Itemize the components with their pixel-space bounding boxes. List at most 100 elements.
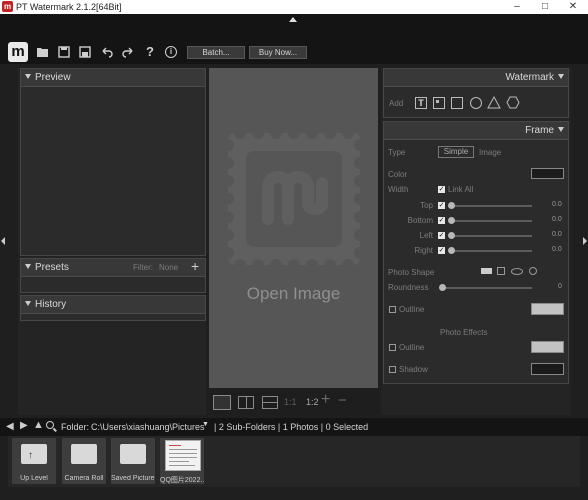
- slider-knob-right[interactable]: [448, 247, 455, 254]
- folder-path[interactable]: C:\Users\xiashuang\Pictures: [91, 422, 205, 432]
- slider-checkbox-top[interactable]: ✓: [438, 202, 445, 209]
- shape-rectangle-selected-icon[interactable]: [481, 268, 492, 274]
- add-circle-icon[interactable]: [470, 97, 482, 109]
- add-image-icon[interactable]: [433, 97, 445, 109]
- slider-checkbox-bottom[interactable]: ✓: [438, 217, 445, 224]
- slider-track-bottom[interactable]: [450, 220, 532, 222]
- folder-label: Folder:: [61, 422, 90, 432]
- forward-arrow-icon[interactable]: ▶: [20, 420, 28, 431]
- slider-value-bottom: 0.0: [552, 216, 562, 223]
- up-level-folder-icon: ↑: [21, 444, 47, 464]
- photo-shape-label: Photo Shape: [388, 268, 435, 277]
- slider-value-right: 0.0: [552, 246, 562, 253]
- preview-header[interactable]: Preview: [21, 69, 205, 87]
- open-image-label[interactable]: Open Image: [209, 284, 378, 304]
- slider-track-left[interactable]: [450, 235, 532, 237]
- folder-path-dropdown-icon[interactable]: ▼: [202, 421, 209, 428]
- collapse-triangle-icon: [558, 74, 564, 80]
- buy-now-button[interactable]: Buy Now...: [249, 46, 307, 59]
- collapse-left-arrow-icon[interactable]: [1, 237, 5, 245]
- zoom-1-1-button[interactable]: 1:1: [284, 397, 297, 407]
- maximize-button[interactable]: □: [533, 0, 557, 14]
- main-toolbar: m ? i Batch... Buy Now...: [0, 40, 588, 64]
- outline-label: Outline: [399, 305, 425, 314]
- presets-filter-select[interactable]: None: [159, 259, 178, 276]
- close-button[interactable]: ✕: [561, 0, 585, 14]
- add-text-icon[interactable]: T: [415, 97, 427, 109]
- type-image-button[interactable]: Image: [479, 148, 501, 157]
- redo-icon[interactable]: [121, 45, 135, 59]
- frame-header[interactable]: Frame: [384, 122, 568, 140]
- save-icon[interactable]: [57, 45, 71, 59]
- slider-knob-bottom[interactable]: [448, 217, 455, 224]
- presets-header[interactable]: Presets Filter: None +: [21, 258, 205, 277]
- info-icon[interactable]: i: [165, 46, 177, 58]
- top-bottom-view-icon[interactable]: [262, 396, 278, 409]
- undo-icon[interactable]: [100, 45, 114, 59]
- roundness-value: 0: [558, 283, 562, 290]
- slider-knob-left[interactable]: [448, 232, 455, 239]
- roundness-label: Roundness: [388, 283, 429, 292]
- add-rectangle-icon[interactable]: [451, 97, 463, 109]
- collapse-right-arrow-icon[interactable]: [583, 237, 587, 245]
- save-as-icon[interactable]: [78, 45, 92, 59]
- open-image-placeholder-icon: [228, 133, 360, 265]
- thumb-camera-roll[interactable]: Camera Roll: [62, 438, 106, 484]
- thumb-saved-pictures[interactable]: Saved Pictures: [111, 438, 155, 484]
- thumb-up-level[interactable]: ↑ Up Level: [12, 438, 56, 484]
- shape-circle-icon[interactable]: [529, 267, 537, 275]
- shape-ellipse-icon[interactable]: [511, 268, 523, 275]
- watermark-panel: Watermark Add T: [383, 68, 569, 118]
- slider-knob-top[interactable]: [448, 202, 455, 209]
- watermark-header[interactable]: Watermark: [384, 69, 568, 87]
- side-by-side-view-icon[interactable]: [238, 396, 254, 409]
- shape-square-icon[interactable]: [497, 267, 505, 275]
- thumb-photo[interactable]: QQ图片2022...: [160, 438, 204, 484]
- link-all-label: Link All: [448, 185, 474, 194]
- thumb-label: Up Level: [20, 475, 48, 482]
- up-arrow-icon[interactable]: ▲: [33, 419, 44, 431]
- search-icon-handle: [53, 427, 57, 432]
- single-view-icon[interactable]: [213, 395, 231, 410]
- thumb-label: QQ图片2022...: [160, 477, 204, 484]
- slider-value-top: 0.0: [552, 201, 562, 208]
- frame-color-swatch[interactable]: [531, 168, 564, 179]
- shadow-color-swatch[interactable]: [531, 363, 564, 375]
- slider-label-right: Right: [414, 246, 433, 255]
- add-preset-icon[interactable]: +: [191, 258, 199, 275]
- outline-color-swatch[interactable]: [531, 303, 564, 315]
- title-bar: m PT Watermark 2.1.2[64Bit] – □ ✕: [0, 0, 588, 14]
- folder-open-icon[interactable]: [36, 45, 50, 59]
- zoom-1-2-button[interactable]: 1:2: [306, 397, 319, 407]
- slider-checkbox-right[interactable]: ✓: [438, 247, 445, 254]
- help-icon[interactable]: ?: [143, 45, 157, 59]
- slider-value-left: 0.0: [552, 231, 562, 238]
- roundness-slider[interactable]: [440, 287, 532, 289]
- effects-outline-color-swatch[interactable]: [531, 341, 564, 353]
- slider-track-right[interactable]: [450, 250, 532, 252]
- collapse-top-arrow-icon[interactable]: [289, 17, 297, 22]
- shadow-checkbox[interactable]: [389, 366, 396, 373]
- window-title: PT Watermark 2.1.2[64Bit]: [16, 2, 122, 12]
- zoom-out-icon[interactable]: −: [338, 392, 347, 409]
- folder-info: | 2 Sub-Folders | 1 Photos | 0 Selected: [214, 422, 369, 432]
- zoom-in-icon[interactable]: +: [321, 391, 330, 409]
- slider-label-left: Left: [419, 231, 433, 240]
- effects-outline-label: Outline: [399, 343, 425, 352]
- minimize-button[interactable]: –: [505, 0, 529, 14]
- collapse-triangle-icon: [25, 264, 31, 270]
- type-simple-button[interactable]: Simple: [438, 146, 474, 158]
- link-all-checkbox[interactable]: ✓: [438, 186, 445, 193]
- roundness-slider-knob[interactable]: [439, 284, 446, 291]
- back-arrow-icon[interactable]: ◀: [6, 421, 14, 432]
- add-triangle-icon[interactable]: [487, 95, 501, 111]
- effects-outline-checkbox[interactable]: [389, 344, 396, 351]
- type-label: Type: [388, 148, 406, 157]
- batch-button[interactable]: Batch...: [187, 46, 245, 59]
- slider-checkbox-left[interactable]: ✓: [438, 232, 445, 239]
- slider-track-top[interactable]: [450, 205, 532, 207]
- history-header[interactable]: History: [21, 296, 205, 314]
- photo-effects-label: Photo Effects: [440, 328, 488, 337]
- outline-checkbox[interactable]: [389, 306, 396, 313]
- add-hexagon-icon[interactable]: [506, 96, 520, 111]
